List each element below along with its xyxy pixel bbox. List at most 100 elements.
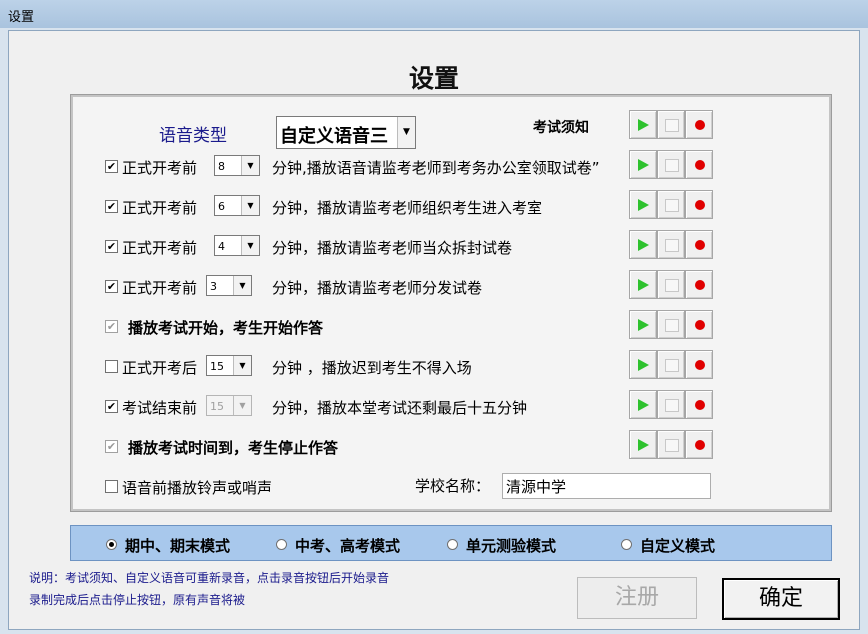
record-button[interactable] <box>685 430 713 459</box>
play-button[interactable] <box>629 350 657 379</box>
record-icon <box>695 240 705 250</box>
stop-button[interactable] <box>657 230 685 259</box>
schedule-description: 分钟，播放本堂考试还剩最后十五分钟 <box>272 399 528 417</box>
audio-controls <box>629 150 715 181</box>
radio-icon[interactable] <box>447 539 458 550</box>
voice-type-value: 自定义语音三 <box>280 126 388 147</box>
schedule-label: 考试结束前 <box>122 399 198 417</box>
schedule-description: 分钟 ，播放迟到考生不得入场 <box>272 359 472 377</box>
play-icon <box>638 439 649 451</box>
schedule-row: ✔ 正式开考前 4 ▼ 分钟，播放请监考老师当众拆封试卷 <box>71 230 831 266</box>
schedule-checkbox[interactable]: ✔ <box>105 240 118 253</box>
chevron-down-icon[interactable]: ▼ <box>397 117 415 148</box>
minutes-select[interactable]: 15 ▼ <box>206 355 252 376</box>
chevron-down-icon[interactable]: ▼ <box>241 236 259 255</box>
record-button[interactable] <box>685 110 713 139</box>
schedule-row: ✔ 正式开考前 3 ▼ 分钟，播放请监考老师分发试卷 <box>71 270 831 306</box>
minutes-select[interactable]: 4 ▼ <box>214 235 260 256</box>
chevron-down-icon[interactable]: ▼ <box>233 356 251 375</box>
mode-option[interactable]: 中考、高考模式 <box>276 535 400 556</box>
stop-icon <box>665 359 679 372</box>
mode-label: 自定义模式 <box>640 537 716 555</box>
play-icon <box>638 239 649 251</box>
play-icon <box>638 359 649 371</box>
minutes-select[interactable]: 3 ▼ <box>206 275 252 296</box>
mode-option[interactable]: 单元测验模式 <box>447 535 556 556</box>
play-button[interactable] <box>629 190 657 219</box>
mode-label: 中考、高考模式 <box>295 537 401 555</box>
exam-notice-label: 考试须知 <box>533 120 589 136</box>
stop-icon <box>665 399 679 412</box>
ok-button[interactable]: 确定 <box>722 578 840 620</box>
note-line-2: 录制完成后点击停止按钮，原有声音将被 <box>29 593 246 607</box>
schedule-row: ✔ 正式开考前 8 ▼ 分钟,播放语音请监考老师到考务办公室领取试卷” <box>71 150 831 186</box>
play-button[interactable] <box>629 150 657 179</box>
record-button[interactable] <box>685 150 713 179</box>
record-button[interactable] <box>685 270 713 299</box>
play-button[interactable] <box>629 390 657 419</box>
record-button[interactable] <box>685 310 713 339</box>
chevron-down-icon[interactable]: ▼ <box>241 156 259 175</box>
stop-icon <box>665 239 679 252</box>
settings-panel: 语音类型 自定义语音三 ▼ 考试须知 ✔ 正式开考前 8 ▼ 分钟,播放语音请监考老师到… <box>70 94 832 512</box>
stop-icon <box>665 279 679 292</box>
record-button[interactable] <box>685 350 713 379</box>
stop-button[interactable] <box>657 350 685 379</box>
minutes-value: 8 <box>218 160 225 173</box>
audio-controls <box>629 310 715 341</box>
schedule-checkbox[interactable]: ✔ <box>105 200 118 213</box>
schedule-checkbox[interactable]: ✔ <box>105 160 118 173</box>
radio-icon[interactable] <box>106 539 117 550</box>
schedule-row: ✔ 考试结束前 15 ▼ 分钟，播放本堂考试还剩最后十五分钟 <box>71 390 831 426</box>
record-button[interactable] <box>685 390 713 419</box>
record-button[interactable] <box>685 190 713 219</box>
chevron-down-icon[interactable]: ▼ <box>233 276 251 295</box>
play-icon <box>638 159 649 171</box>
stop-button[interactable] <box>657 390 685 419</box>
stop-button[interactable] <box>657 430 685 459</box>
schedule-checkbox[interactable] <box>105 360 118 373</box>
record-icon <box>695 160 705 170</box>
schedule-description: 分钟，播放请监考老师分发试卷 <box>272 279 483 297</box>
schedule-row: ✔ 播放考试时间到，考生停止作答 <box>71 430 831 466</box>
mode-option[interactable]: 期中、期末模式 <box>106 535 230 556</box>
minutes-value: 4 <box>218 240 225 253</box>
stop-button[interactable] <box>657 270 685 299</box>
play-button[interactable] <box>629 430 657 459</box>
chevron-down-icon: ▼ <box>233 396 251 415</box>
schedule-label: 正式开考后 <box>122 359 198 377</box>
audio-controls <box>629 350 715 381</box>
bell-label: 语音前播放铃声或哨声 <box>122 479 273 497</box>
minutes-select[interactable]: 8 ▼ <box>214 155 260 176</box>
record-icon <box>695 440 705 450</box>
minutes-select[interactable]: 6 ▼ <box>214 195 260 216</box>
stop-button[interactable] <box>657 110 685 139</box>
chevron-down-icon[interactable]: ▼ <box>241 196 259 215</box>
stop-button[interactable] <box>657 310 685 339</box>
schedule-description: 分钟,播放语音请监考老师到考务办公室领取试卷” <box>272 159 600 177</box>
stop-button[interactable] <box>657 190 685 219</box>
radio-icon[interactable] <box>276 539 287 550</box>
minutes-value: 6 <box>218 200 225 213</box>
stop-icon <box>665 119 679 132</box>
record-button[interactable] <box>685 230 713 259</box>
schedule-checkbox[interactable]: ✔ <box>105 280 118 293</box>
play-button[interactable] <box>629 110 657 139</box>
schedule-row: ✔ 播放考试开始，考生开始作答 <box>71 310 831 346</box>
mode-label: 期中、期末模式 <box>125 537 231 555</box>
mode-option[interactable]: 自定义模式 <box>621 535 715 556</box>
school-name-input[interactable] <box>502 473 711 499</box>
record-icon <box>695 280 705 290</box>
bell-checkbox[interactable] <box>105 480 118 493</box>
play-button[interactable] <box>629 270 657 299</box>
radio-icon[interactable] <box>621 539 632 550</box>
page-title: 设置 <box>408 64 459 93</box>
voice-type-select[interactable]: 自定义语音三 ▼ <box>276 116 416 149</box>
stop-icon <box>665 439 679 452</box>
register-button[interactable]: 注册 <box>577 577 697 619</box>
stop-button[interactable] <box>657 150 685 179</box>
play-button[interactable] <box>629 230 657 259</box>
schedule-checkbox[interactable]: ✔ <box>105 400 118 413</box>
play-button[interactable] <box>629 310 657 339</box>
schedule-label: 播放考试时间到，考生停止作答 <box>128 439 339 457</box>
